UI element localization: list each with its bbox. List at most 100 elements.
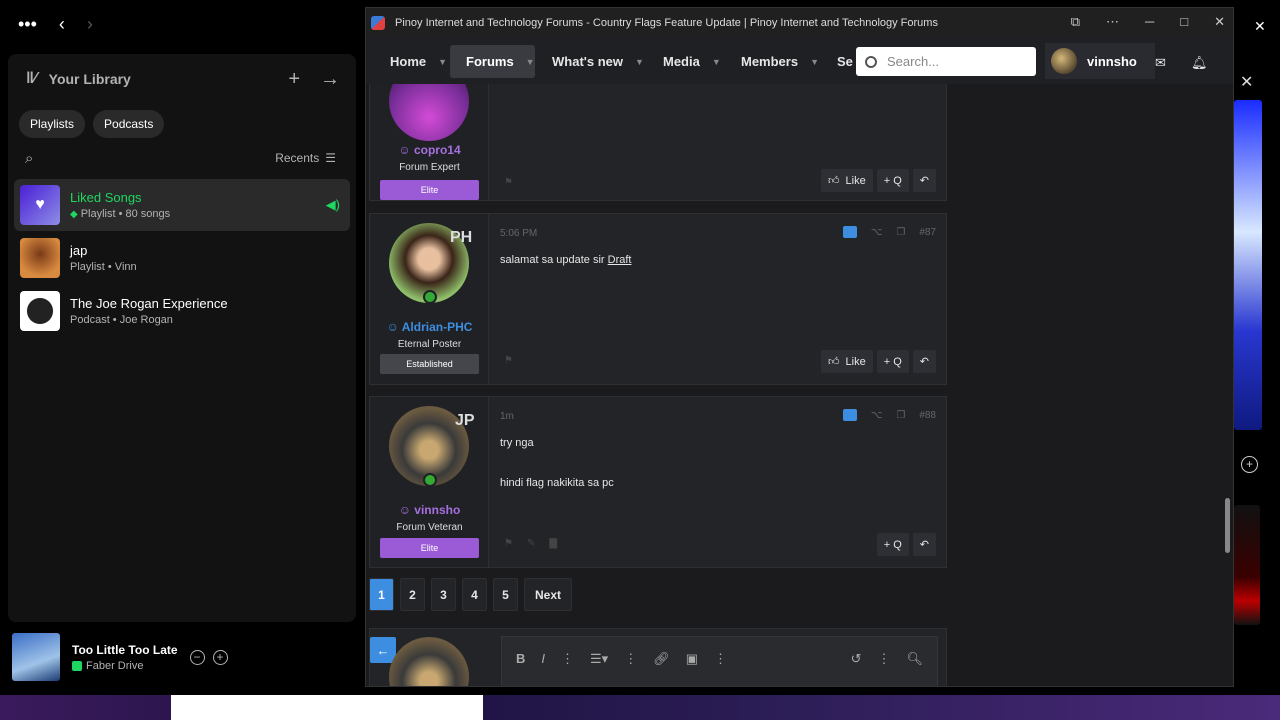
remove-icon[interactable]: −: [189, 649, 205, 665]
maximize-icon[interactable]: □: [1180, 14, 1188, 30]
more-vertical-icon[interactable]: ⋮: [714, 651, 727, 667]
reply-icon[interactable]: ↶: [912, 350, 936, 373]
close-icon[interactable]: ✕: [1240, 72, 1253, 92]
like-button[interactable]: 👍︎ Like: [821, 350, 873, 373]
chip-playlists[interactable]: Playlists: [19, 110, 86, 138]
add-icon[interactable]: +: [288, 68, 300, 91]
close-icon[interactable]: ✕: [1214, 14, 1225, 30]
post-link[interactable]: Draft: [608, 254, 632, 266]
more-icon[interactable]: •••: [18, 14, 37, 35]
flag-icon: [842, 409, 857, 421]
post-footer-tools: ⚑ ✎ ▇: [504, 538, 557, 549]
nav-media[interactable]: Media ▼: [655, 45, 729, 78]
chevron-down-icon[interactable]: ▼: [810, 57, 819, 67]
share-icon[interactable]: ⌥: [871, 227, 883, 238]
link-icon[interactable]: 🔗︎: [653, 651, 670, 667]
album-art[interactable]: [12, 633, 60, 681]
minimize-icon[interactable]: ─: [1145, 14, 1154, 30]
nav-home[interactable]: Home ▼: [382, 45, 455, 78]
page-3-button[interactable]: 3: [431, 578, 456, 611]
avatar-initials: PH: [450, 229, 473, 246]
avatar: [389, 637, 469, 686]
flag-icon[interactable]: ⚑: [504, 538, 513, 549]
add-circle-icon[interactable]: +: [1241, 455, 1258, 473]
post-username[interactable]: ☺ Aldrian-PHC: [370, 320, 489, 334]
track-artist[interactable]: Faber Drive: [86, 660, 143, 672]
flag-icon[interactable]: ⚑: [504, 177, 513, 188]
track-title[interactable]: Too Little Too Late: [72, 643, 178, 657]
post-time[interactable]: 5:06 PM: [500, 228, 537, 239]
library-item-jap[interactable]: jap Playlist • Vinn: [14, 232, 350, 284]
editor-toolbar-right: ↺ ⋮ 🔍︎: [851, 651, 923, 667]
chevron-down-icon[interactable]: ▼: [438, 57, 447, 67]
page-4-button[interactable]: 4: [462, 578, 487, 611]
library-item-joe-rogan[interactable]: The Joe Rogan Experience Podcast • Joe R…: [14, 285, 350, 337]
list-icon[interactable]: ☰▾: [590, 651, 608, 667]
bold-icon[interactable]: B: [516, 651, 525, 667]
share-icon[interactable]: ⌥: [871, 410, 883, 421]
library-header[interactable]: ‖∕ Your Library: [26, 70, 131, 88]
library-item-title: The Joe Rogan Experience: [70, 296, 228, 311]
avatar[interactable]: [389, 84, 469, 141]
spotify-topbar: ••• ‹ ›: [18, 14, 93, 35]
quote-button[interactable]: + Q: [876, 533, 909, 556]
mail-icon[interactable]: ✉: [1155, 55, 1166, 71]
search-input[interactable]: Search...: [856, 47, 1036, 76]
bookmark-icon[interactable]: ❐: [896, 410, 905, 421]
post-line: try nga: [500, 437, 534, 449]
reply-icon[interactable]: ↶: [912, 533, 936, 556]
post-username[interactable]: ☺ copro14: [370, 143, 489, 157]
quote-button[interactable]: + Q: [876, 350, 909, 373]
search-icon[interactable]: ⌕: [25, 150, 33, 167]
page-2-button[interactable]: 2: [400, 578, 425, 611]
more-icon[interactable]: ⋯: [1106, 14, 1119, 30]
preview-icon[interactable]: 🔍︎: [906, 651, 923, 667]
nav-whats-new[interactable]: What's new ▼: [544, 45, 652, 78]
scrollbar[interactable]: [1221, 84, 1233, 686]
reply-editor[interactable]: B I ⋮ ☰▾ ⋮ 🔗︎ ▣ ⋮ ↺ ⋮ 🔍︎: [501, 636, 938, 686]
undo-icon[interactable]: ↺: [851, 651, 862, 667]
downloaded-icon: [72, 660, 82, 671]
chevron-down-icon[interactable]: ▼: [526, 57, 535, 67]
expand-arrow-icon[interactable]: →: [320, 68, 340, 91]
scrollbar-thumb[interactable]: [1225, 498, 1230, 553]
nav-members[interactable]: Members ▼: [733, 45, 827, 78]
flag-icon[interactable]: ⚑: [504, 355, 513, 366]
edit-icon[interactable]: ✎: [527, 538, 535, 549]
chevron-down-icon[interactable]: ▼: [712, 57, 721, 67]
chevron-down-icon[interactable]: ▼: [635, 57, 644, 67]
post-number[interactable]: #88: [919, 410, 936, 421]
user-menu[interactable]: vinnsho: [1045, 43, 1155, 79]
italic-icon[interactable]: I: [541, 651, 545, 667]
bell-icon[interactable]: 🔔︎: [1191, 55, 1208, 71]
post-number[interactable]: #87: [919, 227, 936, 238]
recents-sort[interactable]: Recents ☰: [275, 151, 336, 165]
more-vertical-icon[interactable]: ⋮: [561, 651, 574, 667]
library-panel: ‖∕ Your Library + → Playlists Podcasts ⌕…: [8, 54, 356, 622]
app-icon[interactable]: ⧉: [1071, 14, 1080, 30]
user-badge: Elite: [380, 180, 479, 200]
reply-icon[interactable]: ↶: [912, 169, 936, 192]
more-vertical-icon[interactable]: ⋮: [877, 651, 890, 667]
library-item-liked-songs[interactable]: ♥ Liked Songs ◆ Playlist • 80 songs ◀): [14, 179, 350, 231]
close-icon[interactable]: ✕: [1254, 18, 1266, 35]
bookmark-icon[interactable]: ❐: [896, 227, 905, 238]
library-icon: ‖∕: [26, 70, 37, 87]
page-1-button[interactable]: 1: [369, 578, 394, 611]
next-page-button[interactable]: Next: [524, 578, 573, 611]
forward-icon[interactable]: ›: [87, 14, 93, 35]
more-vertical-icon[interactable]: ⋮: [624, 651, 637, 667]
post-username[interactable]: ☺ vinnsho: [370, 503, 489, 517]
post-time[interactable]: 1m: [500, 411, 514, 422]
quote-button[interactable]: + Q: [876, 169, 909, 192]
add-circle-icon[interactable]: +: [212, 649, 228, 665]
taskbar-window[interactable]: [171, 695, 483, 720]
image-icon[interactable]: ▣: [686, 651, 698, 667]
chip-podcasts[interactable]: Podcasts: [93, 110, 165, 138]
nav-forums[interactable]: Forums ▼: [450, 45, 535, 78]
back-icon[interactable]: ‹: [59, 14, 65, 35]
page-5-button[interactable]: 5: [493, 578, 518, 611]
delete-icon[interactable]: ▇: [549, 538, 557, 549]
user-icon: ☺: [398, 503, 415, 517]
like-button[interactable]: 👍︎ Like: [821, 169, 873, 192]
